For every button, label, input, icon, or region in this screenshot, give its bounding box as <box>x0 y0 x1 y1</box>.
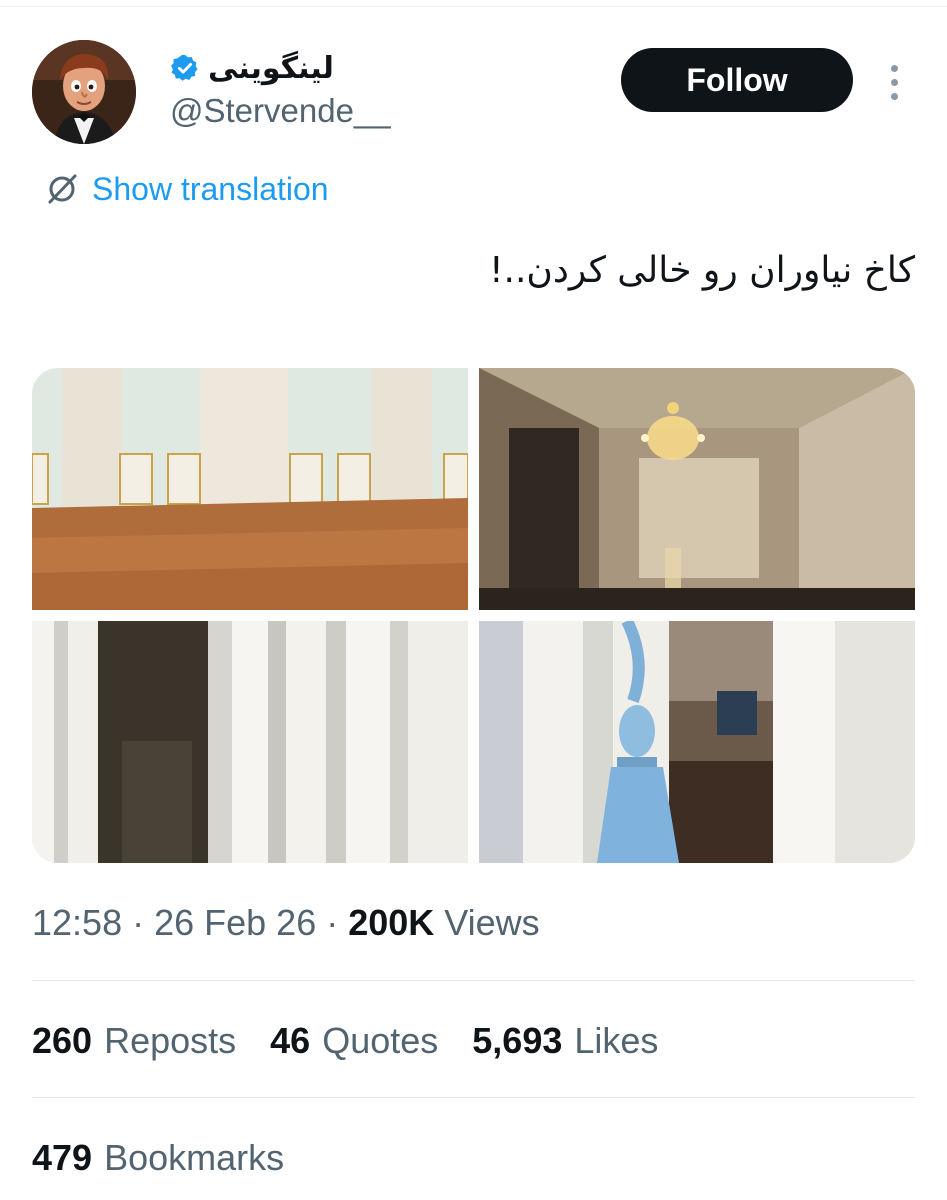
tweet-meta: 12:58 · 26 Feb 26 · 200K Views <box>32 902 540 944</box>
likes-label: Likes <box>574 1020 659 1061</box>
bookmarks-stat[interactable]: 479 Bookmarks <box>32 1137 284 1179</box>
author-handle[interactable]: @Stervende__ <box>170 92 391 130</box>
divider <box>32 1097 915 1098</box>
photo-white-curtains-icon <box>32 621 468 863</box>
more-vertical-icon <box>890 64 898 72</box>
more-options-button[interactable] <box>876 60 912 104</box>
photo-curtain-tassel-icon <box>479 621 915 863</box>
media-photo-4[interactable] <box>479 621 915 863</box>
show-translation-label: Show translation <box>92 170 329 207</box>
tweet-text: کاخ نیاوران رو خالی کردن..! <box>489 250 915 291</box>
more-vertical-icon-dot <box>890 78 898 86</box>
follow-button[interactable]: Follow <box>621 48 853 112</box>
reposts-stat[interactable]: 260 Reposts <box>32 1020 236 1062</box>
meta-separator: · <box>316 902 349 943</box>
reposts-count: 260 <box>32 1020 93 1061</box>
tweet-time[interactable]: 12:58 <box>32 902 122 943</box>
author-name-row[interactable]: لینگوینی <box>170 46 334 90</box>
show-translation-link[interactable]: Show translation <box>44 168 329 210</box>
views-count: 200K <box>348 902 435 943</box>
translate-icon <box>48 174 77 204</box>
top-divider <box>0 0 947 7</box>
divider <box>32 980 915 981</box>
tweet-date[interactable]: 26 Feb 26 <box>154 902 316 943</box>
quotes-count: 46 <box>270 1020 311 1061</box>
more-vertical-icon-dot <box>890 92 898 100</box>
photo-chandelier-corridor-icon <box>479 368 915 610</box>
author-display-name: لینگوینی <box>208 50 334 86</box>
quotes-label: Quotes <box>322 1020 439 1061</box>
engagement-stats: 260 Reposts 46 Quotes 5,693 Likes <box>32 1020 658 1062</box>
verified-badge-icon <box>171 54 198 81</box>
media-photo-3[interactable] <box>32 621 468 863</box>
bookmarks-label: Bookmarks <box>104 1137 285 1178</box>
media-grid <box>32 368 915 863</box>
media-photo-2[interactable] <box>479 368 915 610</box>
reposts-label: Reposts <box>104 1020 237 1061</box>
likes-stat[interactable]: 5,693 Likes <box>472 1020 658 1062</box>
avatar[interactable] <box>32 40 136 144</box>
avatar-cartoon-chef-icon <box>32 40 136 144</box>
photo-empty-hall-icon <box>32 368 468 610</box>
quotes-stat[interactable]: 46 Quotes <box>270 1020 438 1062</box>
bookmarks-count: 479 <box>32 1137 93 1178</box>
media-photo-1[interactable] <box>32 368 468 610</box>
likes-count: 5,693 <box>472 1020 563 1061</box>
views-label: Views <box>434 902 540 943</box>
meta-separator: · <box>122 902 155 943</box>
